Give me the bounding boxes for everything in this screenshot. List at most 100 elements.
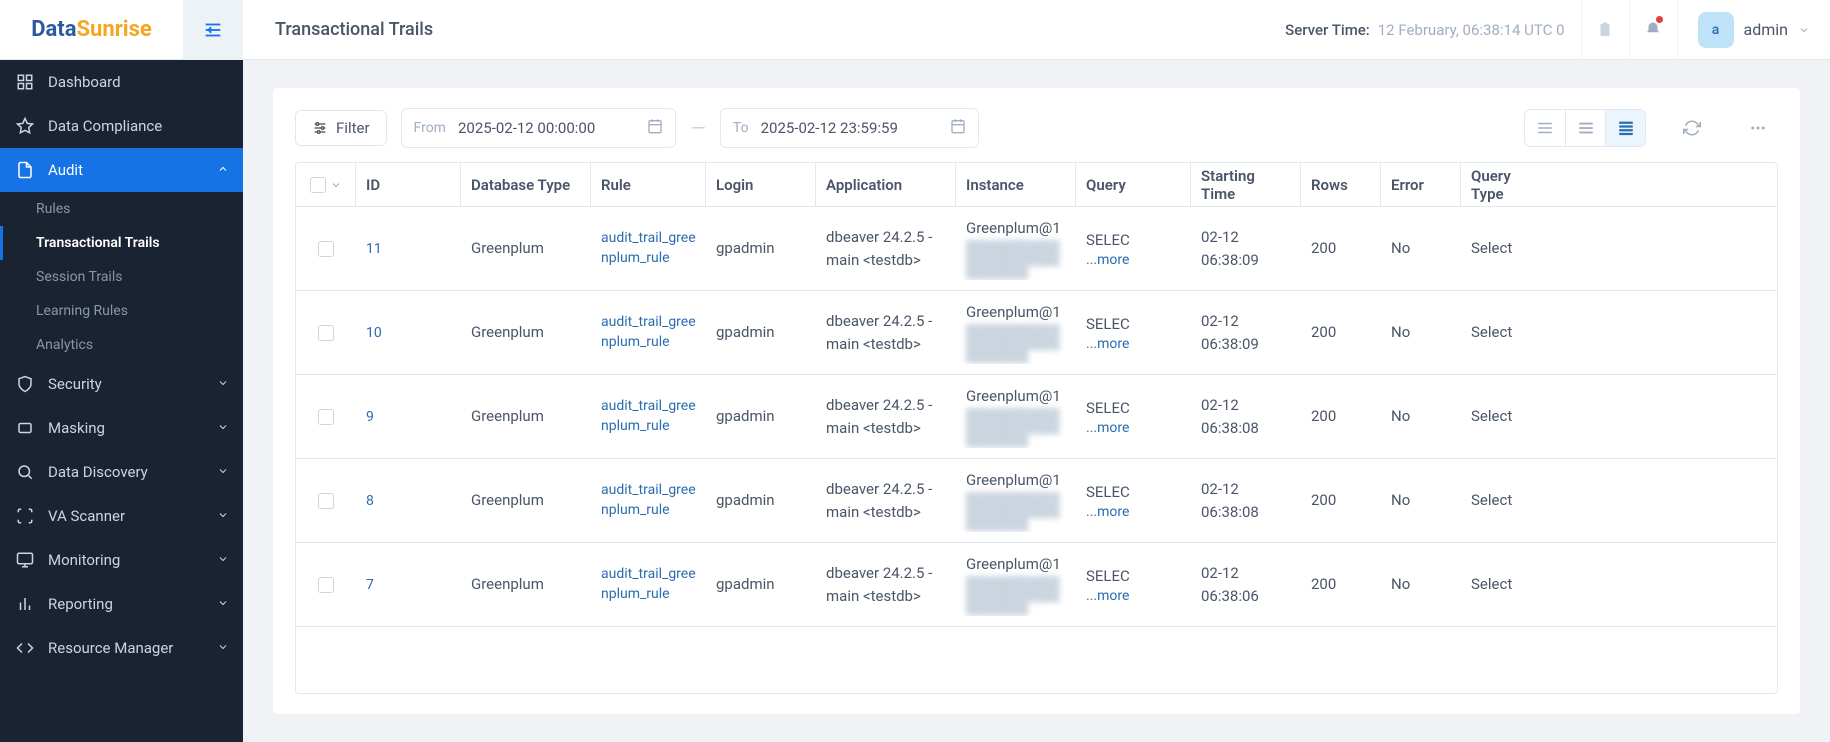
rows-value: 200 [1311, 575, 1336, 593]
col-err[interactable]: Error [1381, 163, 1461, 206]
instance-value: Greenplum@1 [966, 555, 1061, 573]
view-compact-button[interactable] [1525, 110, 1565, 146]
toolbar: Filter From 2025-02-12 00:00:00 — To 202… [295, 108, 1778, 148]
col-inst[interactable]: Instance [956, 163, 1076, 206]
sidebar-item-monitoring[interactable]: Monitoring [0, 538, 243, 582]
sidebar-item-vascanner[interactable]: VA Scanner [0, 494, 243, 538]
time-value: 02-12 06:38:08 [1201, 396, 1259, 437]
rule-link[interactable]: audit_trail_greenplum_rule [601, 566, 696, 602]
chevron-down-icon [217, 639, 229, 657]
view-comfortable-button[interactable] [1605, 110, 1645, 146]
sidebar-item-compliance[interactable]: Data Compliance [0, 104, 243, 148]
code-icon [14, 637, 36, 659]
query-type-value: Select [1471, 407, 1512, 425]
more-link[interactable]: ...more [1086, 252, 1129, 268]
filter-button[interactable]: Filter [295, 110, 387, 146]
query-value: SELEC [1086, 567, 1130, 585]
table-row[interactable]: 7 Greenplum audit_trail_greenplum_rule g… [296, 543, 1777, 627]
sidebar-sub-analytics[interactable]: Analytics [0, 328, 243, 362]
rule-link[interactable]: audit_trail_greenplum_rule [601, 398, 696, 434]
id-link[interactable]: 8 [366, 493, 374, 509]
col-query[interactable]: Query [1076, 163, 1191, 206]
login-value: gpadmin [716, 407, 775, 425]
list-icon [1577, 119, 1595, 137]
col-app[interactable]: Application [816, 163, 956, 206]
select-all-checkbox[interactable] [310, 177, 326, 193]
rule-link[interactable]: audit_trail_greenplum_rule [601, 230, 696, 266]
row-checkbox[interactable] [318, 409, 334, 425]
col-login[interactable]: Login [706, 163, 816, 206]
sidebar-item-security[interactable]: Security [0, 362, 243, 406]
sidebar: Dashboard Data Compliance Audit Rules Tr… [0, 60, 243, 742]
sidebar-sub-rules[interactable]: Rules [0, 192, 243, 226]
server-time: Server Time: 12 February, 06:38:14 UTC 0 [1285, 21, 1564, 39]
table-row[interactable]: 9 Greenplum audit_trail_greenplum_rule g… [296, 375, 1777, 459]
query-value: SELEC [1086, 399, 1130, 417]
col-rows[interactable]: Rows [1301, 163, 1381, 206]
row-checkbox[interactable] [318, 577, 334, 593]
sidebar-sub-transactional-trails[interactable]: Transactional Trails [0, 226, 243, 260]
query-value: SELEC [1086, 231, 1130, 249]
app-value: dbeaver 24.2.5 - main <testdb> [826, 480, 932, 521]
row-checkbox[interactable] [318, 493, 334, 509]
to-date-input[interactable]: To 2025-02-12 23:59:59 [720, 108, 979, 148]
sidebar-item-resource-manager[interactable]: Resource Manager [0, 626, 243, 670]
date-separator: — [690, 116, 706, 140]
sidebar-item-masking[interactable]: Masking [0, 406, 243, 450]
row-checkbox[interactable] [318, 241, 334, 257]
refresh-icon [1683, 119, 1701, 137]
calendar-icon [938, 118, 978, 138]
logo-part1: Data [31, 17, 76, 42]
server-time-value: 12 February, 06:38:14 UTC 0 [1378, 21, 1565, 39]
table-row[interactable]: 11 Greenplum audit_trail_greenplum_rule … [296, 207, 1777, 291]
rule-link[interactable]: audit_trail_greenplum_rule [601, 314, 696, 350]
logo[interactable]: DataSunrise [0, 0, 183, 60]
sidebar-item-audit[interactable]: Audit [0, 148, 243, 192]
notification-dot-icon [1656, 16, 1663, 23]
more-link[interactable]: ...more [1086, 336, 1129, 352]
error-value: No [1391, 239, 1410, 257]
col-time[interactable]: Starting Time [1191, 163, 1301, 206]
row-checkbox[interactable] [318, 325, 334, 341]
more-link[interactable]: ...more [1086, 588, 1129, 604]
from-date-input[interactable]: From 2025-02-12 00:00:00 [401, 108, 677, 148]
refresh-button[interactable] [1672, 110, 1712, 146]
clipboard-button[interactable] [1581, 0, 1629, 60]
col-qt[interactable]: Query Type [1461, 163, 1551, 206]
id-link[interactable]: 10 [366, 325, 382, 341]
id-link[interactable]: 9 [366, 409, 374, 425]
id-link[interactable]: 7 [366, 577, 374, 593]
star-icon [14, 115, 36, 137]
calendar-icon [635, 118, 675, 138]
more-link[interactable]: ...more [1086, 420, 1129, 436]
more-options-button[interactable] [1738, 110, 1778, 146]
bell-icon [1644, 21, 1662, 39]
more-link[interactable]: ...more [1086, 504, 1129, 520]
time-value: 02-12 06:38:09 [1201, 312, 1259, 353]
chevron-down-icon[interactable] [330, 179, 342, 191]
chevron-down-icon [217, 375, 229, 393]
sidebar-item-reporting[interactable]: Reporting [0, 582, 243, 626]
view-medium-button[interactable] [1565, 110, 1605, 146]
col-db[interactable]: Database Type [461, 163, 591, 206]
table-row[interactable]: 10 Greenplum audit_trail_greenplum_rule … [296, 291, 1777, 375]
notifications-button[interactable] [1629, 0, 1677, 60]
sidebar-sub-session-trails[interactable]: Session Trails [0, 260, 243, 294]
rows-value: 200 [1311, 323, 1336, 341]
rule-link[interactable]: audit_trail_greenplum_rule [601, 482, 696, 518]
user-menu[interactable]: a admin [1677, 0, 1830, 60]
id-link[interactable]: 11 [366, 241, 382, 257]
db-type: Greenplum [471, 323, 544, 341]
login-value: gpadmin [716, 575, 775, 593]
col-rule[interactable]: Rule [591, 163, 706, 206]
sidebar-item-discovery[interactable]: Data Discovery [0, 450, 243, 494]
sidebar-item-dashboard[interactable]: Dashboard [0, 60, 243, 104]
sidebar-sub-learning-rules[interactable]: Learning Rules [0, 294, 243, 328]
query-value: SELEC [1086, 315, 1130, 333]
col-id[interactable]: ID [356, 163, 461, 206]
time-value: 02-12 06:38:08 [1201, 480, 1259, 521]
login-value: gpadmin [716, 491, 775, 509]
instance-value: Greenplum@1 [966, 219, 1061, 237]
sidebar-toggle-button[interactable] [183, 0, 243, 60]
table-row[interactable]: 8 Greenplum audit_trail_greenplum_rule g… [296, 459, 1777, 543]
